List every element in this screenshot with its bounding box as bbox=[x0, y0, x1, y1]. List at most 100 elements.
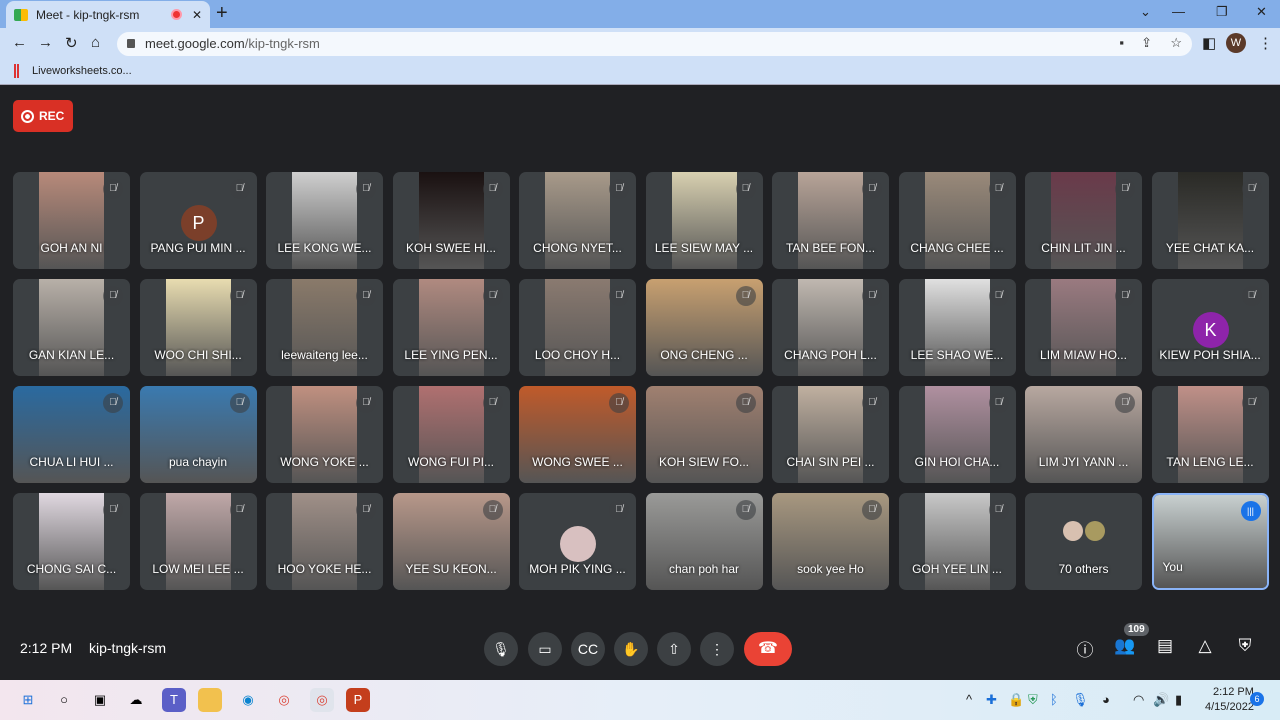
browser-tab[interactable]: Meet - kip-tngk-rsm ✕ bbox=[6, 1, 210, 28]
forward-icon[interactable]: → bbox=[38, 34, 53, 51]
back-icon[interactable]: ← bbox=[12, 34, 27, 51]
others-tile[interactable]: 70 others bbox=[1025, 493, 1142, 590]
camera-icon[interactable]: ▪ bbox=[1119, 35, 1124, 50]
participant-tile[interactable]: WONG SWEE ... 🎙̸ bbox=[519, 386, 636, 483]
participant-tile[interactable]: CHONG NYET... 🎙̸ bbox=[519, 172, 636, 269]
file-explorer-icon[interactable] bbox=[198, 688, 222, 712]
participant-tile[interactable]: CHIN LIT JIN ... 🎙̸ bbox=[1025, 172, 1142, 269]
camera-button[interactable]: ▭ bbox=[528, 632, 562, 666]
tray-lock-icon[interactable]: 🔒 bbox=[1008, 692, 1024, 708]
participant-tile[interactable]: WONG YOKE ... 🎙̸ bbox=[266, 386, 383, 483]
raise-hand-button[interactable]: ✋ bbox=[614, 632, 648, 666]
activities-icon[interactable]: △ bbox=[1193, 636, 1217, 656]
meeting-info-icon[interactable]: ⓘ bbox=[1073, 636, 1097, 661]
captions-button[interactable]: CC bbox=[571, 632, 605, 666]
star-icon[interactable]: ☆ bbox=[1170, 35, 1182, 51]
participant-tile[interactable]: pua chayin 🎙̸ bbox=[139, 386, 257, 483]
new-tab-button[interactable]: + bbox=[216, 2, 228, 25]
chat-icon[interactable]: ▤ bbox=[1153, 636, 1177, 656]
edge-icon[interactable]: ◉ bbox=[236, 688, 260, 712]
teams-icon[interactable]: T bbox=[162, 688, 186, 712]
participant-tile[interactable]: LOO CHOY H... 🎙̸ bbox=[519, 279, 636, 376]
participant-tile[interactable]: WOO CHI SHI... 🎙̸ bbox=[139, 279, 257, 376]
recording-badge[interactable]: REC bbox=[13, 100, 73, 132]
participant-tile[interactable]: MOH PIK YING ... 🎙̸ bbox=[519, 493, 636, 590]
maximize-button[interactable]: ❐ bbox=[1216, 4, 1228, 20]
clock-date: 4/15/2022 bbox=[1205, 701, 1254, 713]
host-controls-icon[interactable]: ⛨ bbox=[1233, 636, 1257, 656]
participant-tile[interactable]: KOH SWEE HI... 🎙̸ bbox=[392, 172, 510, 269]
home-icon[interactable]: ⌂ bbox=[91, 34, 100, 51]
participant-tile[interactable]: GOH YEE LIN ... 🎙̸ bbox=[898, 493, 1016, 590]
participant-tile[interactable]: ONG CHENG ... 🎙̸ bbox=[645, 279, 763, 376]
chrome-icon[interactable]: ◎ bbox=[272, 688, 296, 712]
participant-tile[interactable]: P PANG PUI MIN ... 🎙̸ bbox=[139, 172, 257, 269]
notification-badge[interactable]: 6 bbox=[1250, 692, 1264, 706]
leave-call-button[interactable]: ☎ bbox=[744, 632, 792, 666]
close-tab-icon[interactable]: ✕ bbox=[192, 8, 202, 22]
participant-tile[interactable]: K KIEW POH SHIA... 🎙̸ bbox=[1151, 279, 1269, 376]
network-app-icon[interactable]: ◕ bbox=[1102, 692, 1110, 707]
participant-tile[interactable]: TAN LENG LE... 🎙̸ bbox=[1151, 386, 1269, 483]
tray-app-icon[interactable]: ✚ bbox=[986, 692, 997, 708]
participant-tile[interactable]: YEE SU KEON... 🎙̸ bbox=[392, 493, 510, 590]
participant-tile[interactable]: YEE CHAT KA... 🎙̸ bbox=[1151, 172, 1269, 269]
participant-tile[interactable]: CHANG POH L... 🎙̸ bbox=[772, 279, 889, 376]
security-icon[interactable]: ⛨ bbox=[1028, 692, 1038, 708]
microphone-button[interactable]: 🎙 bbox=[484, 632, 518, 666]
bookmark-liveworksheets[interactable]: Liveworksheets.co... bbox=[32, 65, 132, 77]
reload-icon[interactable]: ↻ bbox=[65, 34, 78, 52]
recording-indicator-icon bbox=[170, 9, 182, 20]
participant-tile[interactable]: WONG FUI PI... 🎙̸ bbox=[392, 386, 510, 483]
menu-icon[interactable]: ⋮ bbox=[1258, 34, 1273, 52]
search-icon[interactable]: ○ bbox=[52, 688, 76, 712]
participant-tile[interactable]: leewaiteng lee... 🎙̸ bbox=[266, 279, 383, 376]
minimize-button[interactable]: — bbox=[1172, 4, 1185, 19]
tab-title: Meet - kip-tngk-rsm bbox=[36, 7, 140, 22]
participant-tile[interactable]: LEE SIEW MAY ... 🎙̸ bbox=[645, 172, 763, 269]
participant-name: PANG PUI MIN ... bbox=[150, 241, 246, 255]
participant-tile[interactable]: GOH AN NI 🎙̸ bbox=[13, 172, 130, 269]
self-video-tile[interactable]: You ||| bbox=[1151, 493, 1269, 590]
more-options-button[interactable]: ⋮ bbox=[700, 632, 734, 666]
participant-tile[interactable]: LIM MIAW HO... 🎙̸ bbox=[1025, 279, 1142, 376]
volume-icon[interactable]: 🔊 bbox=[1153, 692, 1169, 708]
participant-tile[interactable]: LOW MEI LEE ... 🎙̸ bbox=[139, 493, 257, 590]
participant-tile[interactable]: CHUA LI HUI ... 🎙̸ bbox=[13, 386, 130, 483]
rec-label: REC bbox=[39, 109, 65, 123]
address-bar[interactable]: meet.google.com/kip-tngk-rsm ▪ ⇪ ☆ bbox=[117, 32, 1192, 56]
tab-search-icon[interactable]: ⌄ bbox=[1140, 4, 1151, 20]
participant-tile[interactable]: CHANG CHEE ... 🎙̸ bbox=[898, 172, 1016, 269]
start-icon[interactable]: ⊞ bbox=[16, 688, 40, 712]
participant-tile[interactable]: GAN KIAN LE... 🎙̸ bbox=[13, 279, 130, 376]
participant-tile[interactable]: LEE KONG WE... 🎙̸ bbox=[266, 172, 383, 269]
participant-tile[interactable]: LEE YING PEN... 🎙̸ bbox=[392, 279, 510, 376]
bluetooth-icon[interactable]: ᛒ bbox=[1050, 692, 1058, 707]
side-panel-icon[interactable]: ◧ bbox=[1202, 34, 1216, 52]
participant-tile[interactable]: TAN BEE FON... 🎙̸ bbox=[772, 172, 889, 269]
close-window-button[interactable]: ✕ bbox=[1256, 4, 1267, 20]
task-view-icon[interactable]: ▣ bbox=[88, 688, 112, 712]
powerpoint-icon[interactable]: P bbox=[346, 688, 370, 712]
wifi-icon[interactable]: ◠ bbox=[1133, 692, 1144, 708]
mic-tray-icon[interactable]: 🎙 bbox=[1072, 692, 1089, 708]
show-hidden-icons[interactable]: ^ bbox=[966, 692, 972, 707]
participant-tile[interactable]: CHAI SIN PEI ... 🎙̸ bbox=[772, 386, 889, 483]
participant-tile[interactable]: KOH SIEW FO... 🎙̸ bbox=[645, 386, 763, 483]
participant-tile[interactable]: HOO YOKE HE... 🎙̸ bbox=[266, 493, 383, 590]
participant-tile[interactable]: GIN HOI CHA... 🎙̸ bbox=[898, 386, 1016, 483]
people-icon[interactable]: 👥 bbox=[1113, 636, 1137, 656]
participant-tile[interactable]: sook yee Ho 🎙̸ bbox=[772, 493, 889, 590]
participant-tile[interactable]: CHONG SAI C... 🎙̸ bbox=[13, 493, 130, 590]
system-clock[interactable]: 2:12 PM 4/15/2022 bbox=[1205, 685, 1254, 715]
weather-icon[interactable]: ☁ bbox=[124, 688, 148, 712]
participant-tile[interactable]: LEE SHAO WE... 🎙̸ bbox=[898, 279, 1016, 376]
participant-tile[interactable]: LIM JYI YANN ... 🎙̸ bbox=[1025, 386, 1142, 483]
muted-mic-icon: 🎙̸ bbox=[482, 179, 503, 199]
share-icon[interactable]: ⇪ bbox=[1141, 35, 1152, 51]
chrome-profile-icon[interactable]: ◎ bbox=[310, 688, 334, 712]
profile-avatar[interactable]: W bbox=[1226, 33, 1246, 53]
battery-icon[interactable]: ▮ bbox=[1175, 692, 1182, 708]
participant-tile[interactable]: chan poh har 🎙̸ bbox=[645, 493, 763, 590]
present-screen-button[interactable]: ⇧ bbox=[657, 632, 691, 666]
